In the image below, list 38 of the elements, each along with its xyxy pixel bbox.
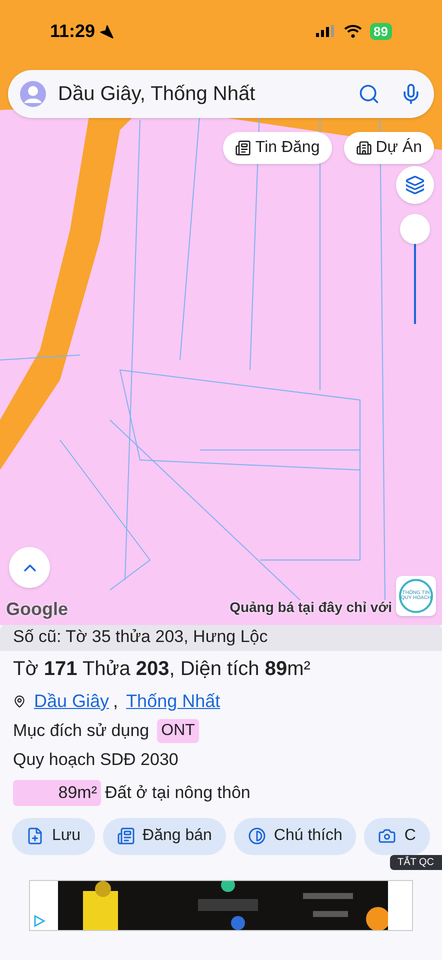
file-plus-icon (26, 827, 44, 845)
half-circle-icon (248, 827, 266, 845)
map-filter-chip[interactable]: Dự Án (344, 132, 434, 164)
map-filter-chip[interactable]: Tin Đăng (223, 132, 332, 164)
camera-icon (378, 827, 396, 845)
zone-area: 89m² (13, 780, 101, 806)
ad-banner[interactable] (29, 880, 413, 930)
action-button[interactable]: Chú thích (234, 818, 356, 854)
listing-icon (235, 140, 252, 156)
zone-name: Đất ở tại nông thôn (105, 782, 250, 804)
purpose-code: ONT (157, 718, 199, 743)
zoom-slider[interactable] (400, 214, 430, 324)
ad-close-button[interactable]: TẮT QC (390, 854, 442, 870)
separator-text: , (113, 690, 118, 713)
search-field[interactable]: Dầu Giây, Thống Nhất (8, 70, 434, 118)
avatar-icon (20, 81, 46, 107)
parcel-title: Tờ 171 Thửa 203, Diện tích 89m² (12, 657, 312, 682)
location-link[interactable]: Dầu Giây (34, 688, 110, 715)
promo-text: Quảng bá tại đây chỉ với (230, 598, 392, 617)
layers-icon (405, 175, 425, 195)
plan-text: Quy hoạch SDĐ 2030 (12, 748, 180, 770)
listing-icon (116, 827, 135, 845)
old-number-text: Số cũ: Tờ 35 thửa 203, Hưng Lộc (13, 626, 268, 648)
location-pin-icon (13, 695, 26, 708)
wifi-icon (344, 24, 362, 38)
location-arrow-icon (99, 24, 114, 38)
ad-choices-icon (32, 914, 46, 928)
map-attribution: Google (6, 598, 68, 621)
search-icon[interactable] (358, 83, 380, 105)
action-button[interactable]: C (364, 818, 430, 854)
signal-icon (316, 25, 336, 37)
purpose-label: Mục đích sử dụng (13, 720, 150, 742)
action-button[interactable]: Đăng bán (102, 818, 226, 854)
clock-time: 11:29 (50, 20, 96, 42)
action-button[interactable]: Lưu (12, 818, 95, 854)
location-link[interactable]: Thống Nhất (126, 688, 220, 715)
search-text: Dầu Giây, Thống Nhất (58, 82, 256, 107)
building-icon (356, 140, 372, 156)
